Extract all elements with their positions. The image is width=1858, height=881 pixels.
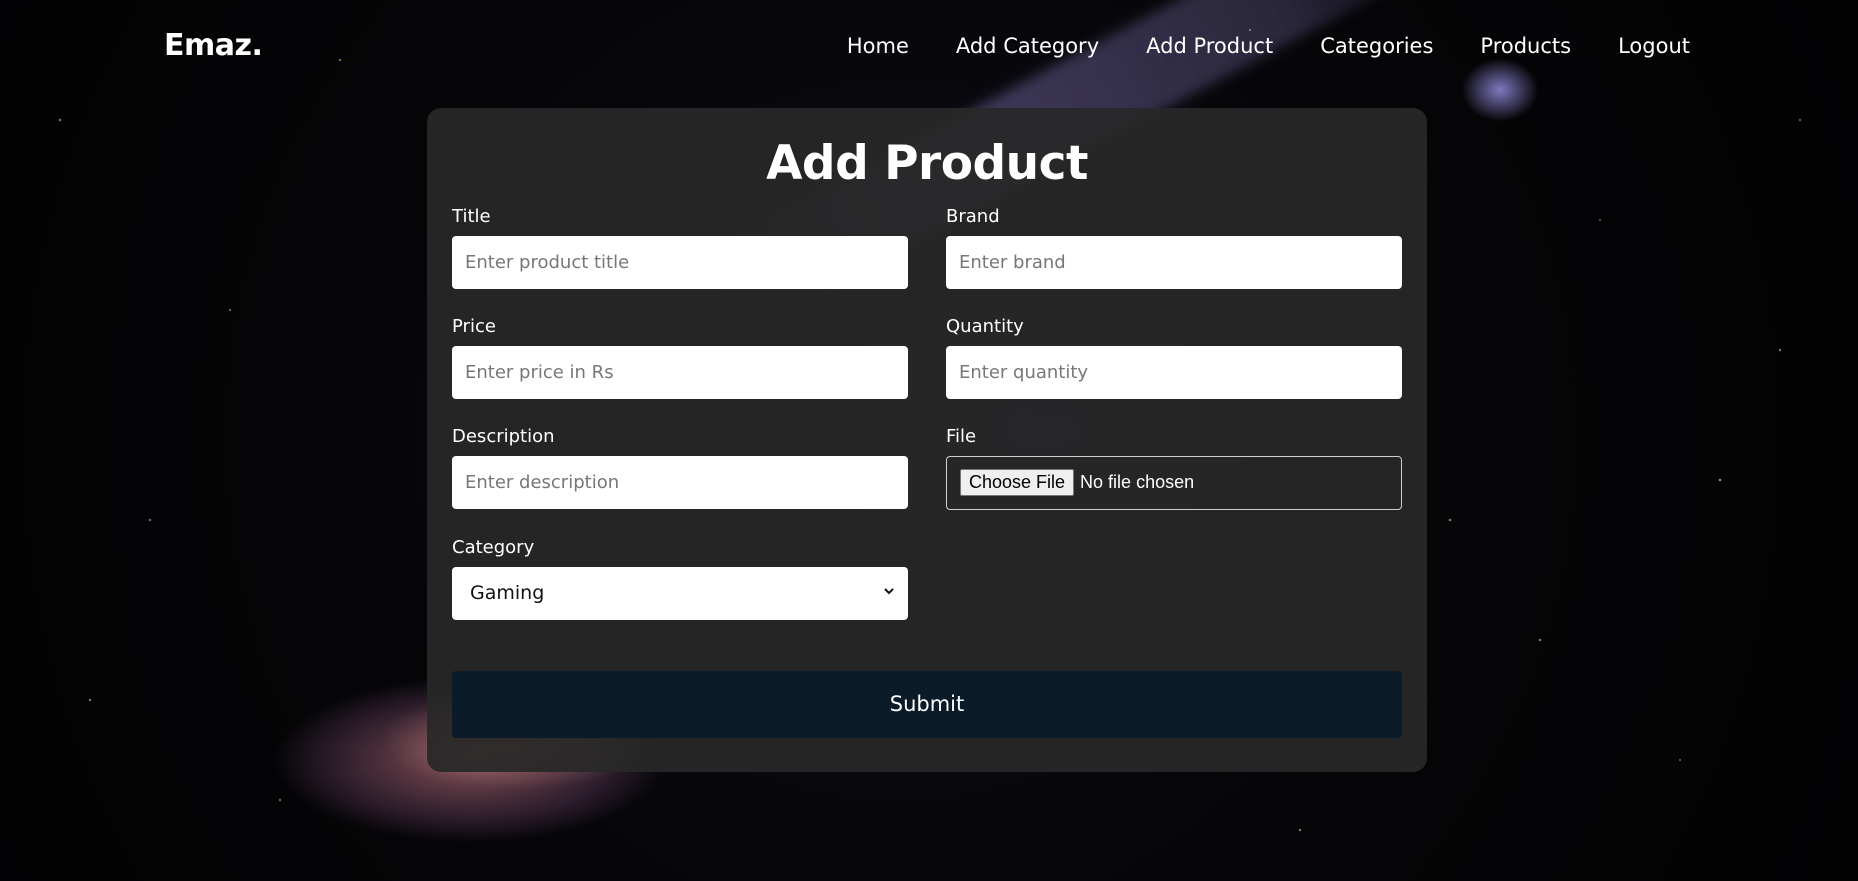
file-label: File — [946, 425, 977, 447]
category-select[interactable]: Gaming — [452, 566, 908, 620]
category-label: Category — [452, 536, 535, 558]
nav-logout[interactable]: Logout — [1618, 34, 1690, 58]
file-field-group: File Choose File No file chosen — [946, 426, 1402, 510]
main-nav: Home Add Category Add Product Categories… — [847, 34, 1690, 58]
price-label: Price — [452, 315, 496, 337]
brand-label: Brand — [946, 205, 1000, 227]
title-input[interactable] — [452, 235, 908, 289]
product-form: Title Brand Price Quantity Description F… — [452, 206, 1402, 620]
title-label: Title — [452, 205, 491, 227]
category-field-group: Category Gaming — [452, 537, 908, 620]
brand-logo[interactable]: Emaz. — [164, 28, 263, 63]
quantity-field-group: Quantity — [946, 316, 1402, 399]
submit-button[interactable]: Submit — [452, 670, 1402, 738]
nav-add-category[interactable]: Add Category — [956, 34, 1099, 58]
brand-field-group: Brand — [946, 206, 1402, 289]
chevron-down-icon — [884, 587, 894, 595]
nav-home[interactable]: Home — [847, 34, 909, 58]
brand-input[interactable] — [946, 235, 1402, 289]
description-input[interactable] — [452, 455, 908, 509]
file-status-text: No file chosen — [1080, 472, 1195, 493]
quantity-input[interactable] — [946, 345, 1402, 399]
quantity-label: Quantity — [946, 315, 1024, 337]
top-navbar: Emaz. Home Add Category Add Product Cate… — [0, 0, 1858, 95]
title-field-group: Title — [452, 206, 908, 289]
nav-categories[interactable]: Categories — [1320, 34, 1433, 58]
description-label: Description — [452, 425, 555, 447]
price-field-group: Price — [452, 316, 908, 399]
description-field-group: Description — [452, 426, 908, 510]
choose-file-button[interactable]: Choose File — [960, 469, 1075, 497]
page-title: Add Product — [766, 136, 1088, 191]
nav-products[interactable]: Products — [1480, 34, 1571, 58]
add-product-card: Add Product Title Brand Price Quantity D… — [427, 108, 1427, 772]
file-input[interactable]: Choose File No file chosen — [946, 455, 1402, 510]
category-selected-value: Gaming — [452, 566, 908, 620]
nav-add-product[interactable]: Add Product — [1146, 34, 1273, 58]
price-input[interactable] — [452, 345, 908, 399]
